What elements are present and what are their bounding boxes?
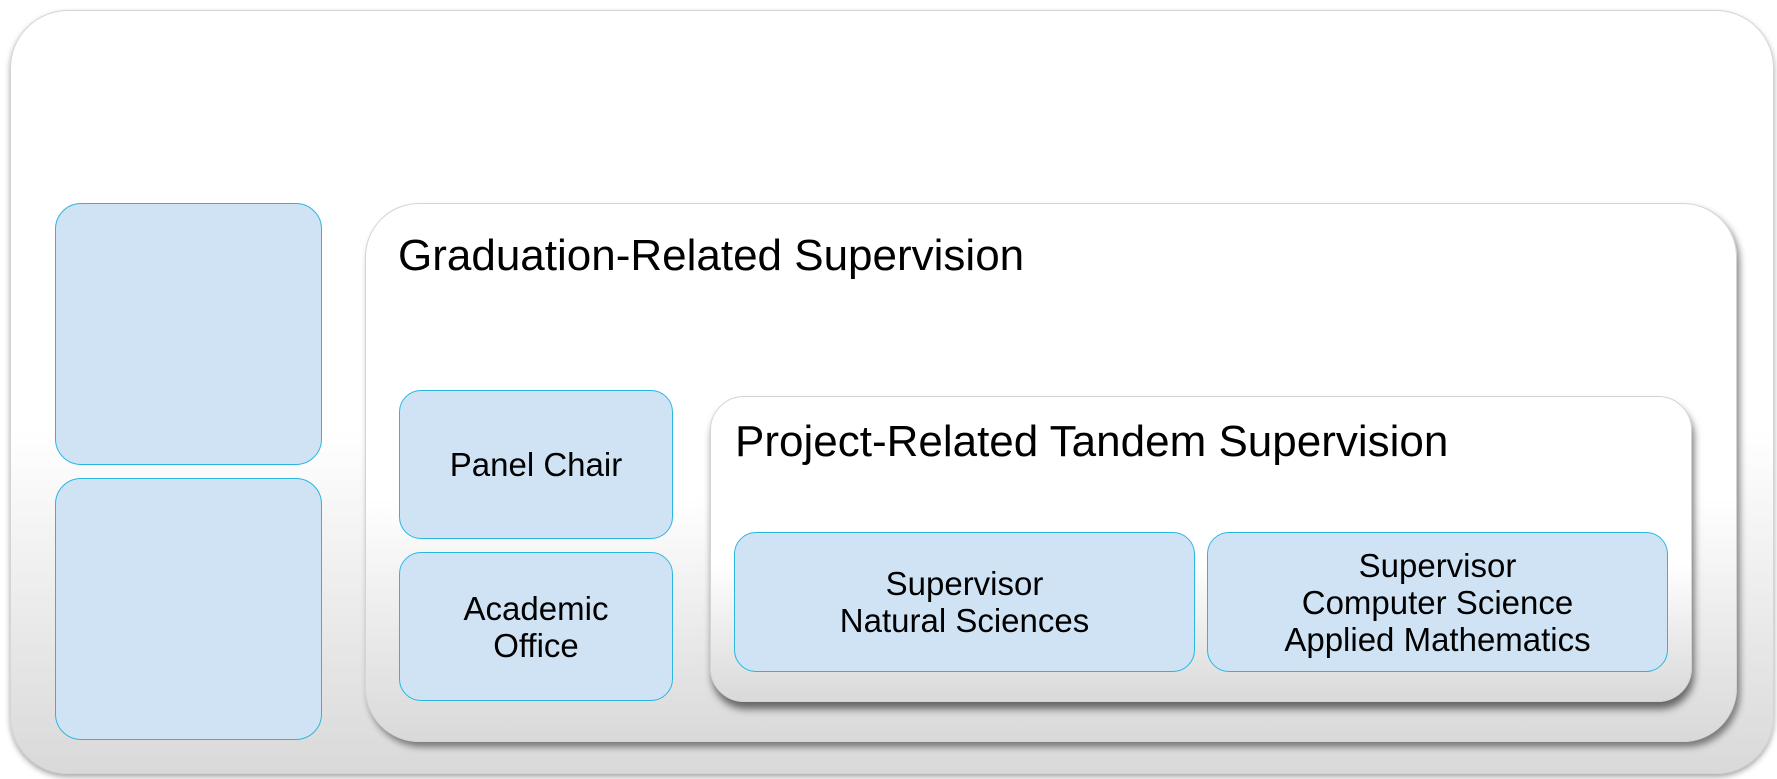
graduation-supervision-title: Graduation-Related Supervision bbox=[398, 231, 1025, 280]
academic-office-box: Academic Office bbox=[399, 552, 673, 701]
left-empty-box-top bbox=[55, 203, 322, 465]
supervisor-natural-sciences-box: Supervisor Natural Sciences bbox=[734, 532, 1195, 672]
panel-chair-box: Panel Chair bbox=[399, 390, 673, 539]
academic-office-label: Academic Office bbox=[463, 589, 609, 664]
left-empty-box-bottom bbox=[55, 478, 322, 740]
supervisor-natural-sciences-label: Supervisor Natural Sciences bbox=[839, 565, 1090, 639]
supervisor-computer-science-box: Supervisor Computer Science Applied Math… bbox=[1207, 532, 1668, 672]
supervisor-computer-science-label: Supervisor Computer Science Applied Math… bbox=[1284, 546, 1591, 658]
tandem-supervision-title: Project-Related Tandem Supervision bbox=[735, 417, 1449, 466]
panel-chair-label: Panel Chair bbox=[449, 446, 623, 483]
